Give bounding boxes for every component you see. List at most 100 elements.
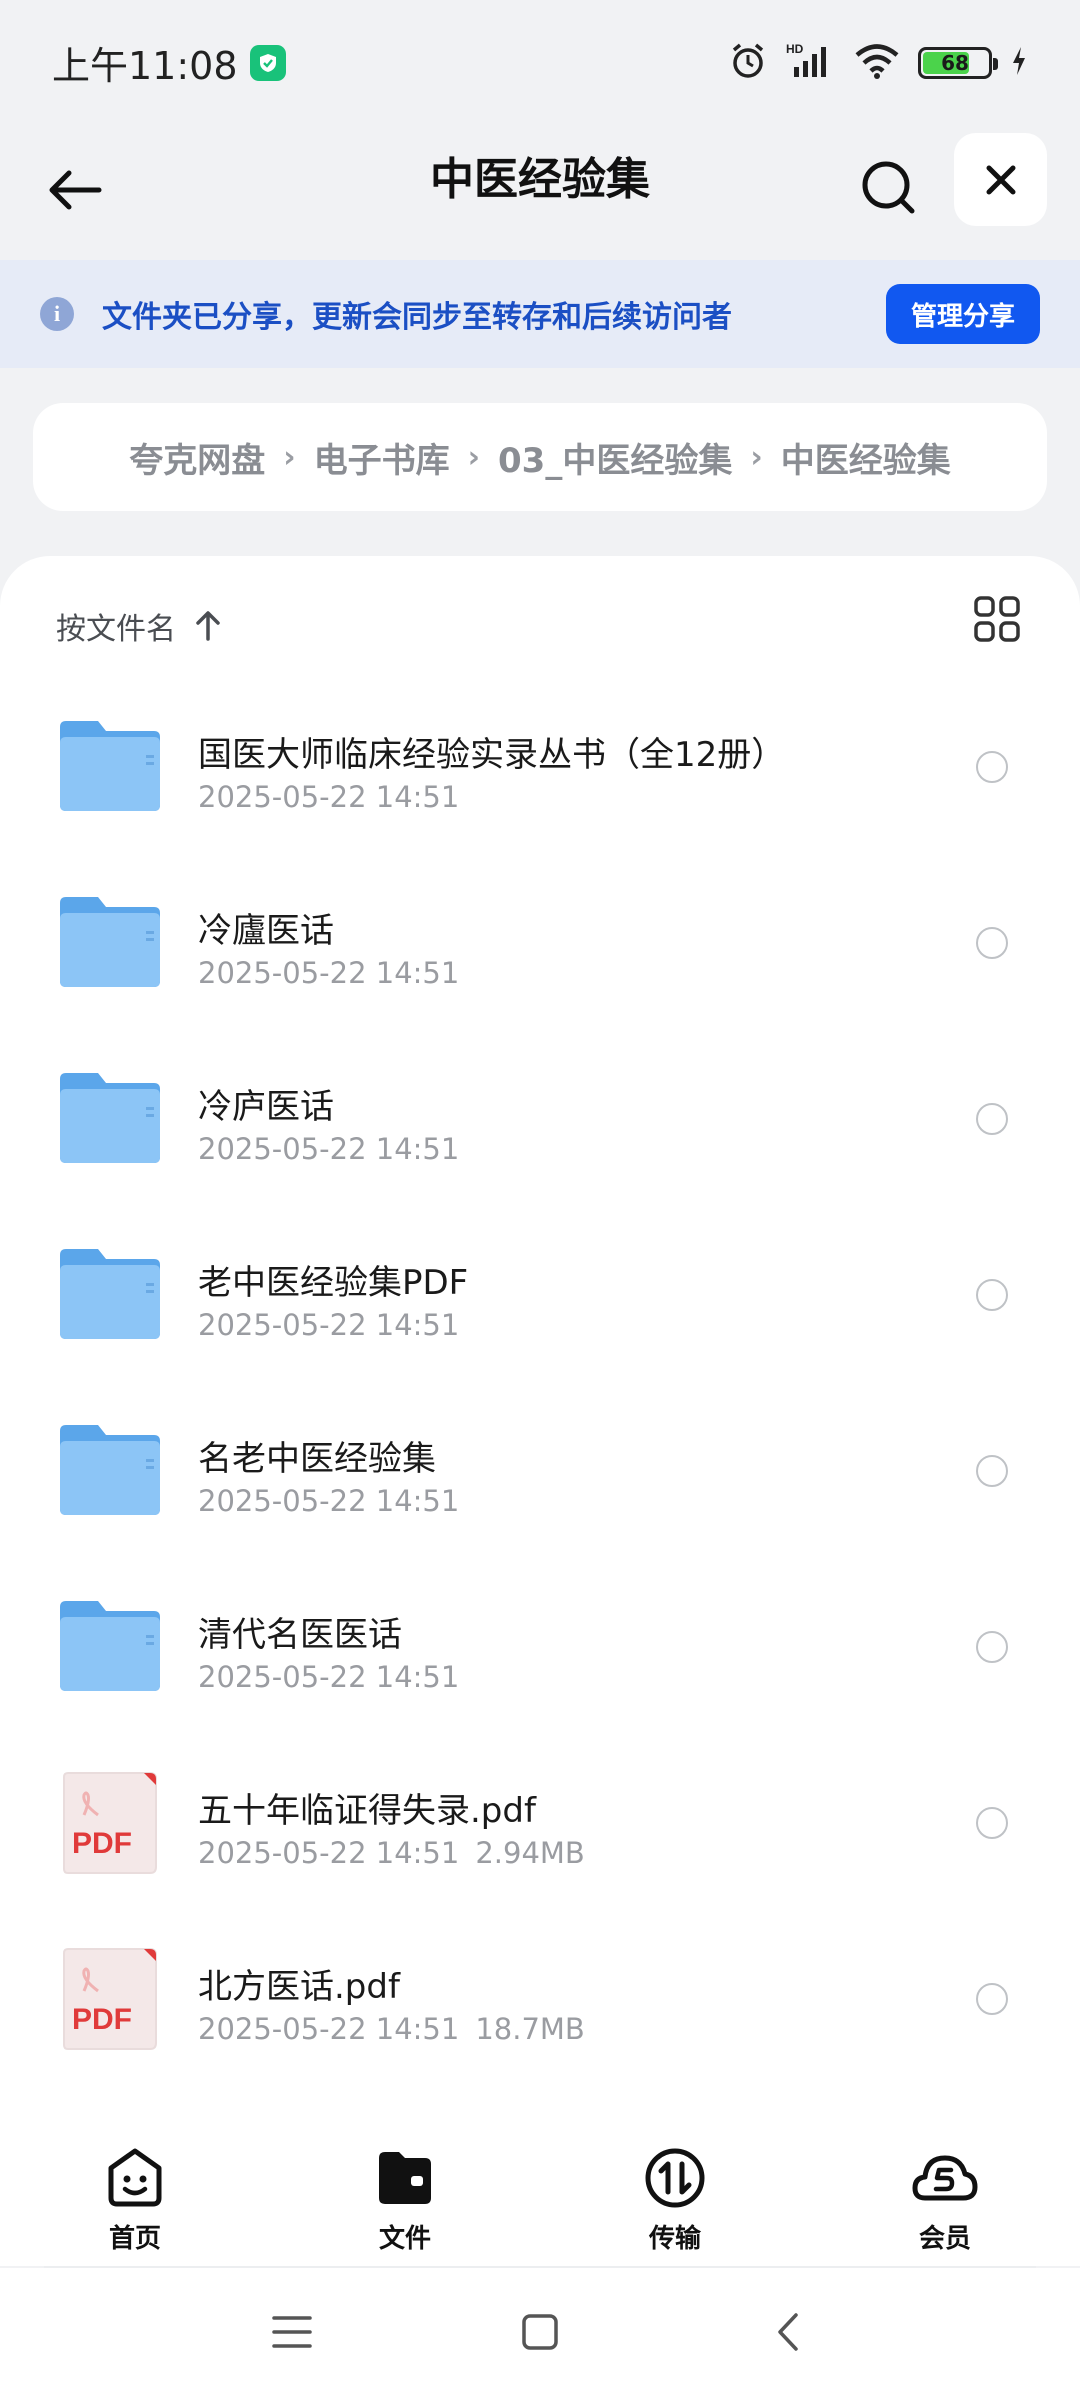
select-checkbox[interactable]	[976, 751, 1008, 783]
folder-icon	[58, 1419, 162, 1523]
file-list-panel: 按文件名 国医大师临床经验实录丛书（全12册） 2025-05-22 14:51 冷…	[0, 556, 1080, 2116]
file-name: 五十年临证得失录.pdf	[198, 1791, 536, 1831]
search-button[interactable]	[852, 151, 924, 223]
list-item[interactable]: 冷廬医话 2025-05-22 14:51	[0, 855, 1080, 1031]
list-item[interactable]: 老中医经验集PDF 2025-05-22 14:51	[0, 1207, 1080, 1383]
header: 中医经验集	[0, 125, 1080, 260]
file-meta: 2025-05-22 14:51	[198, 780, 459, 814]
file-date: 2025-05-22 14:51	[198, 1660, 460, 1694]
file-size: 18.7MB	[475, 2012, 585, 2046]
svg-text:PDF: PDF	[72, 1827, 132, 1860]
folder-icon	[58, 1595, 162, 1699]
search-icon	[862, 161, 915, 214]
breadcrumb-item-root[interactable]: 夸克网盘	[129, 433, 265, 482]
breadcrumb: 夸克网盘 › 电子书库 › 03_中医经验集 › 中医经验集	[33, 403, 1047, 511]
status-time: 上午11:08	[52, 44, 238, 88]
select-checkbox[interactable]	[976, 1631, 1008, 1663]
file-date: 2025-05-22 14:51	[198, 1484, 460, 1518]
status-right: HD 68	[728, 41, 1028, 85]
file-name: 国医大师临床经验实录丛书（全12册）	[198, 735, 786, 775]
status-bar: 上午11:08 HD 68	[0, 0, 1080, 125]
breadcrumb-item-ebook[interactable]: 电子书库	[314, 433, 450, 482]
chevron-right-icon: ›	[750, 439, 763, 475]
file-date: 2025-05-22 14:51	[198, 1132, 460, 1166]
cloud-vip-icon	[911, 2144, 979, 2212]
folder-icon	[58, 1067, 162, 1171]
file-date: 2025-05-22 14:51	[198, 780, 460, 814]
arrow-left-icon	[49, 170, 102, 210]
file-meta: 2025-05-22 14:51 2.94MB	[198, 1836, 585, 1870]
back-button[interactable]	[40, 155, 110, 225]
select-checkbox[interactable]	[976, 1455, 1008, 1487]
list-item[interactable]: 清代名医医话 2025-05-22 14:51	[0, 1559, 1080, 1735]
nav-item-transfer[interactable]: 传输	[540, 2116, 810, 2266]
nav-item-vip[interactable]: 会员	[810, 2116, 1080, 2266]
select-checkbox[interactable]	[976, 1279, 1008, 1311]
close-icon	[986, 165, 1015, 194]
breadcrumb-item-folder[interactable]: 03_中医经验集	[498, 433, 732, 482]
list-item[interactable]: 名老中医经验集 2025-05-22 14:51	[0, 1383, 1080, 1559]
nav-label-files: 文件	[378, 2224, 431, 2254]
system-home-button[interactable]	[510, 2302, 570, 2362]
chevron-left-icon	[778, 2313, 798, 2351]
sort-control[interactable]: 按文件名	[56, 596, 222, 656]
bottom-nav: 首页 文件 传输 会员	[0, 2116, 1080, 2266]
file-size: 2.94MB	[475, 1836, 585, 1870]
select-checkbox[interactable]	[976, 1807, 1008, 1839]
grid-icon	[974, 596, 1020, 642]
info-icon: i	[40, 297, 74, 331]
manage-share-button[interactable]: 管理分享	[886, 284, 1040, 344]
nav-label-transfer: 传输	[648, 2224, 701, 2254]
list-item[interactable]: PDF 北方医话.pdf 2025-05-22 14:51 18.7MB	[0, 1911, 1080, 2087]
file-date: 2025-05-22 14:51	[198, 1836, 460, 1870]
file-meta: 2025-05-22 14:51	[198, 1308, 459, 1342]
system-back-button[interactable]	[758, 2302, 818, 2362]
list-item[interactable]: 冷庐医话 2025-05-22 14:51	[0, 1031, 1080, 1207]
system-nav-bar	[0, 2268, 1080, 2400]
file-meta: 2025-05-22 14:51	[198, 1660, 459, 1694]
wifi-icon	[854, 42, 900, 84]
file-name: 名老中医经验集	[198, 1439, 436, 1479]
svg-text:PDF: PDF	[72, 2003, 132, 2036]
charging-icon	[1010, 45, 1028, 81]
breadcrumb-item-current[interactable]: 中医经验集	[781, 433, 951, 482]
nav-label-home: 首页	[108, 2224, 161, 2254]
select-checkbox[interactable]	[976, 1983, 1008, 2015]
nav-label-vip: 会员	[918, 2224, 971, 2254]
file-name: 冷廬医话	[198, 911, 334, 951]
square-home-icon	[522, 2314, 558, 2350]
file-date: 2025-05-22 14:51	[198, 2012, 460, 2046]
transfer-icon	[641, 2144, 709, 2212]
select-checkbox[interactable]	[976, 1103, 1008, 1135]
file-name: 冷庐医话	[198, 1087, 334, 1127]
arrow-up-icon	[196, 611, 220, 641]
status-left: 上午11:08	[52, 35, 286, 90]
battery-icon: 68	[918, 46, 998, 79]
close-button[interactable]	[954, 133, 1047, 226]
pdf-file-icon: PDF	[58, 1771, 162, 1875]
shield-icon	[249, 44, 286, 81]
nav-item-home[interactable]: 首页	[0, 2116, 270, 2266]
grid-view-button[interactable]	[972, 594, 1022, 644]
file-meta: 2025-05-22 14:51 18.7MB	[198, 2012, 585, 2046]
folder-icon	[58, 891, 162, 995]
menu-icon	[272, 2316, 312, 2348]
list-item[interactable]: 国医大师临床经验实录丛书（全12册） 2025-05-22 14:51	[0, 679, 1080, 855]
chevron-right-icon: ›	[467, 439, 481, 475]
file-meta: 2025-05-22 14:51	[198, 956, 459, 990]
share-notice-text: 文件夹已分享，更新会同步至转存和后续访问者	[102, 300, 732, 335]
list-item[interactable]: PDF 五十年临证得失录.pdf 2025-05-22 14:51 2.94MB	[0, 1735, 1080, 1911]
system-menu-button[interactable]	[262, 2302, 322, 2362]
nav-item-files[interactable]: 文件	[270, 2116, 540, 2266]
file-name: 清代名医医话	[198, 1615, 402, 1655]
file-meta: 2025-05-22 14:51	[198, 1132, 459, 1166]
chevron-right-icon: ›	[283, 439, 296, 475]
select-checkbox[interactable]	[976, 927, 1008, 959]
folder-files-icon	[371, 2144, 439, 2212]
file-date: 2025-05-22 14:51	[198, 1308, 460, 1342]
folder-icon	[58, 1243, 162, 1347]
pdf-file-icon: PDF	[58, 1947, 162, 2051]
smile-home-icon	[101, 2144, 169, 2212]
file-name: 老中医经验集PDF	[198, 1263, 469, 1303]
file-meta: 2025-05-22 14:51	[198, 1484, 459, 1518]
